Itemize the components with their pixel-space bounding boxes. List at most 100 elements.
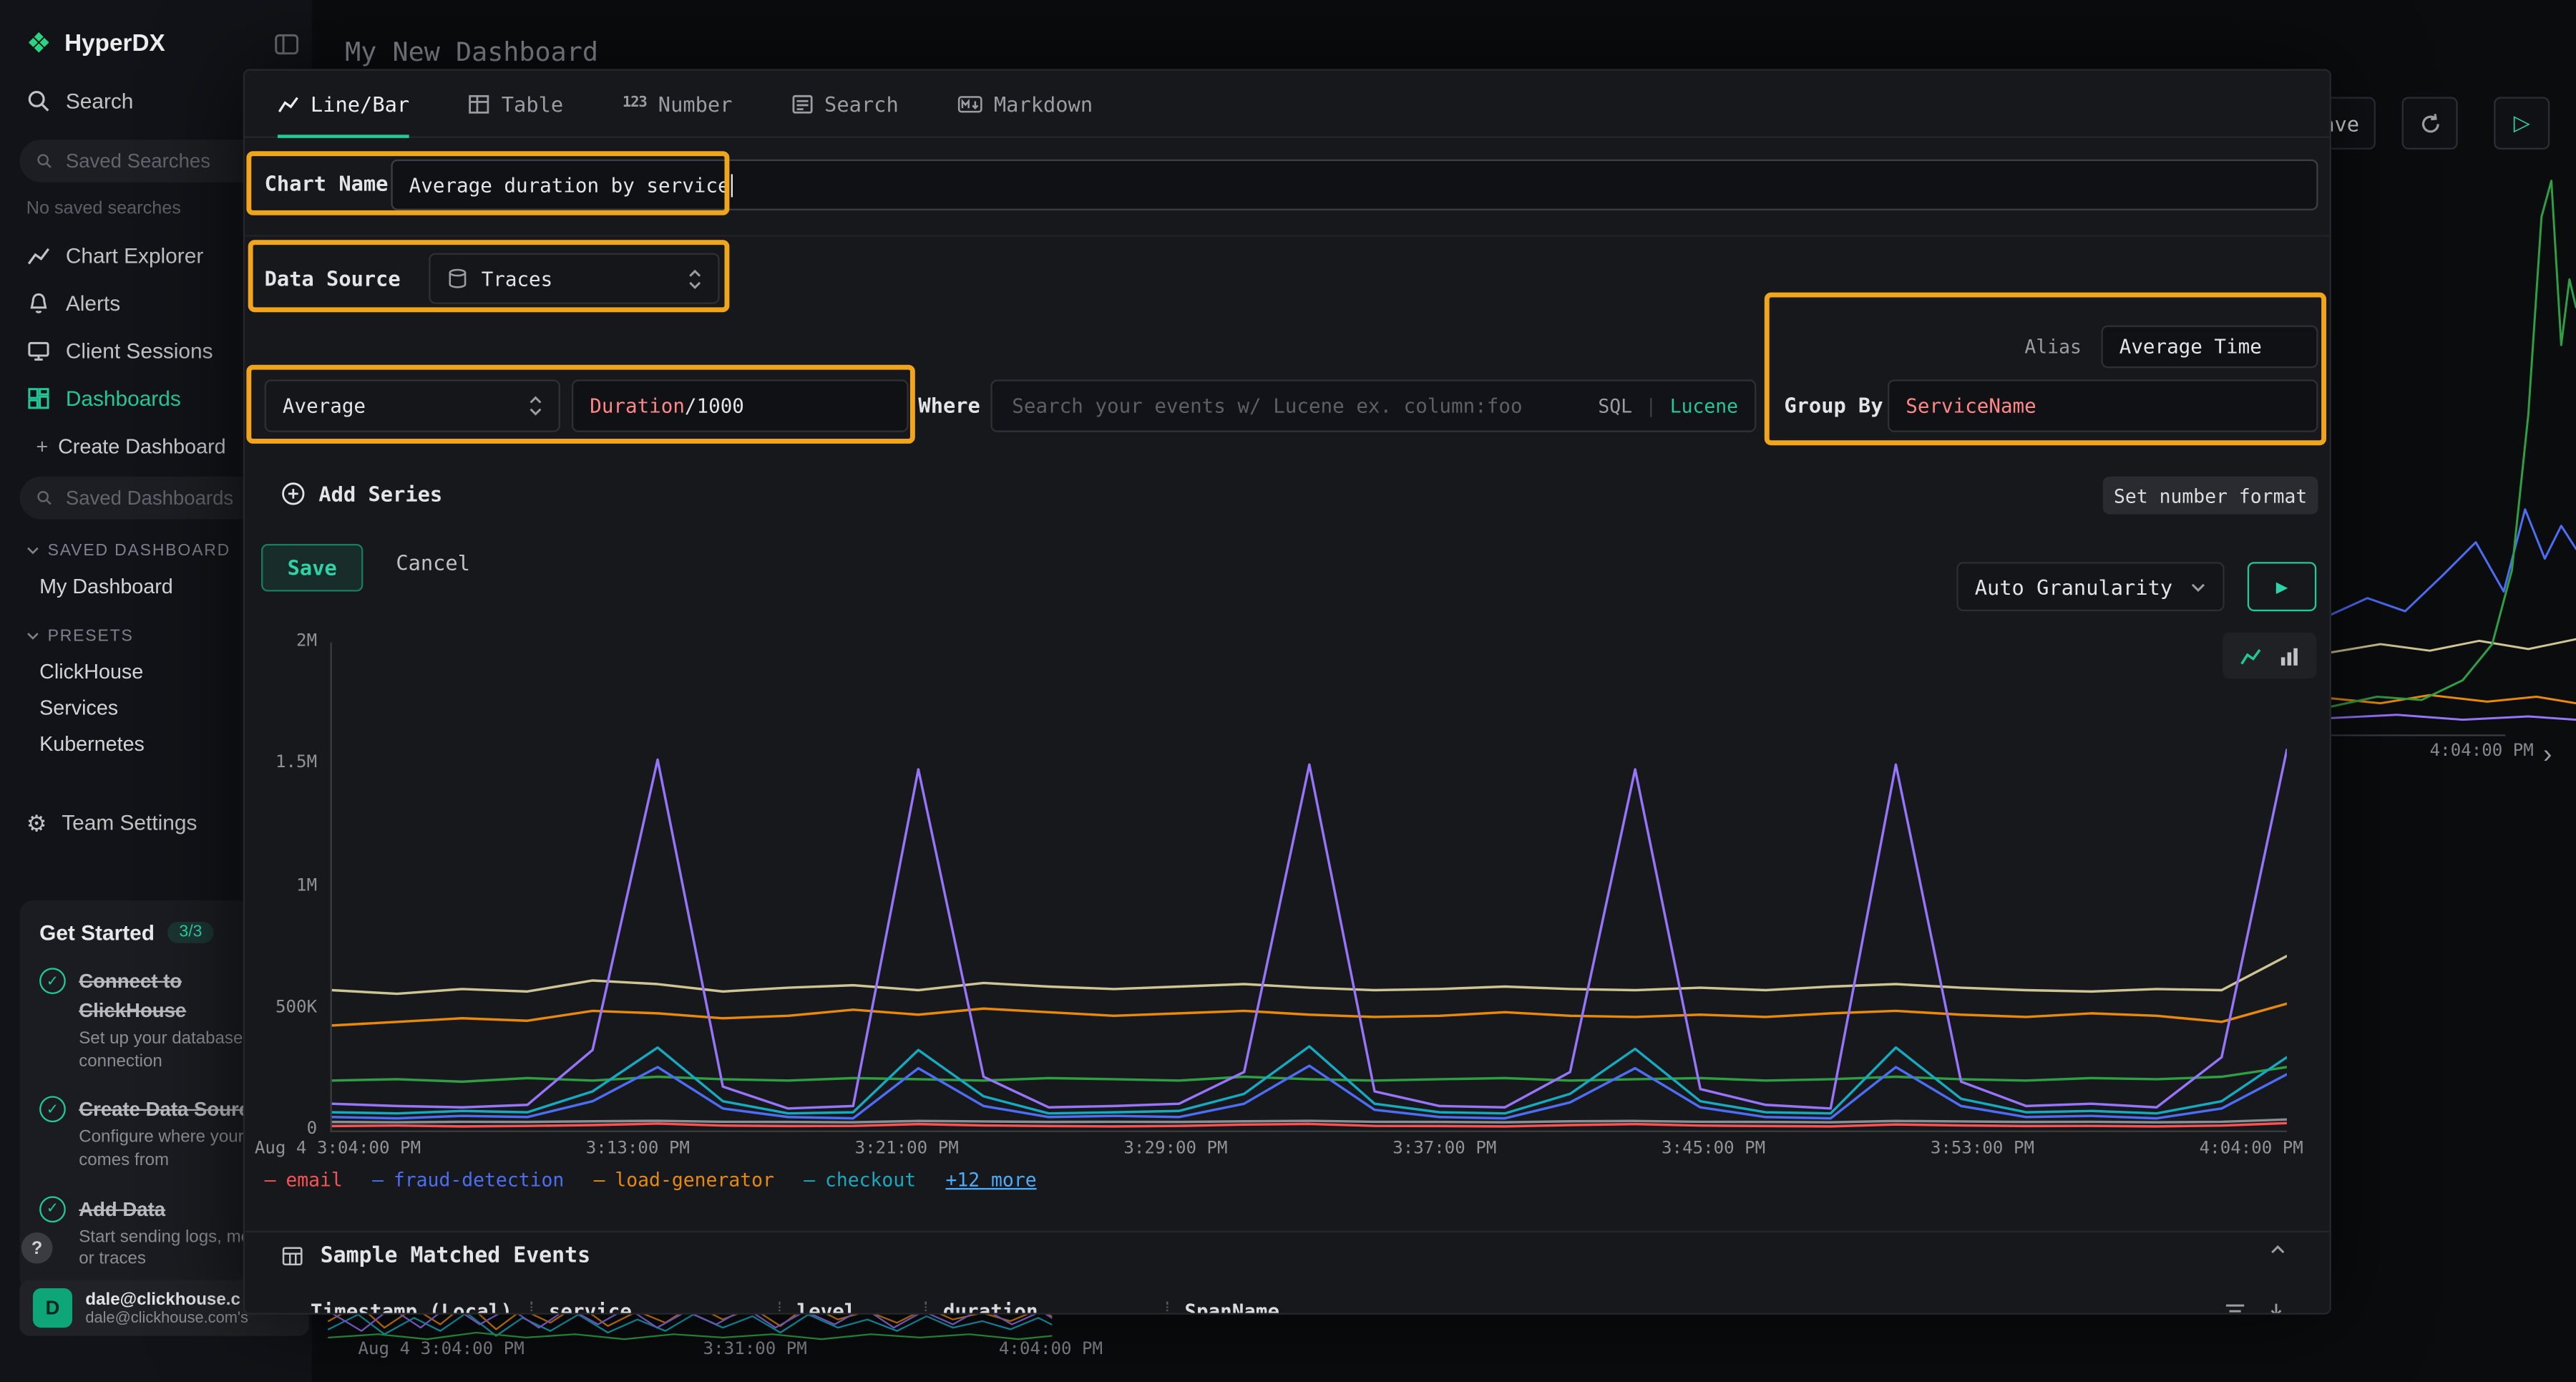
refresh-icon [2417,111,2441,135]
group-by-label: Group By [1784,393,1883,417]
col-service: service [549,1300,762,1315]
panel-collapse-icon [274,33,298,56]
chevron-up-icon [2269,1244,2287,1255]
play-icon: ▶ [2276,575,2288,598]
saved-searches-search[interactable] [20,140,270,183]
where-input[interactable] [1009,393,1585,419]
x-tick: 3:53:00 PM [1931,1139,2034,1159]
help-button[interactable]: ? [21,1232,53,1264]
events-table-header: Timestamp (Local) service level duration… [245,1293,2330,1315]
chevron-down-icon [2190,581,2206,593]
sidebar-collapse-button[interactable] [274,33,298,56]
chart-display-toggle [2223,633,2316,678]
chart-editor-modal: Line/Bar Table 123 Number Search Markdow… [243,69,2331,1314]
run-query-button[interactable]: ▶ [2248,562,2316,611]
user-email: dale@clickhouse.c [85,1289,248,1309]
saved-searches-input[interactable] [62,148,253,175]
markdown-icon [957,93,982,115]
tab-number[interactable]: 123 Number [623,71,733,137]
page-title: My New Dashboard [345,37,598,68]
chart-explorer-icon [26,243,51,268]
legend-dash-icon: — [594,1168,605,1191]
avatar: D [33,1288,72,1328]
chevron-right-icon[interactable]: › [2543,741,2552,770]
y-tick: 500K [245,998,317,1018]
column-divider [531,1301,532,1314]
x-tick: 3:45:00 PM [1662,1139,1765,1159]
column-divider [925,1301,927,1314]
brand-name: HyperDX [64,30,165,57]
sample-matched-events-header[interactable]: Sample Matched Events [245,1231,2330,1279]
tab-search[interactable]: Search [791,71,899,137]
saved-dashboards-search[interactable] [20,477,270,520]
legend-item-checkout[interactable]: —checkout [804,1168,916,1191]
x-tick: 4:04:00 PM [2200,1139,2303,1159]
bottom-tick: 3:31:00 PM [703,1339,807,1359]
legend-item-load-generator[interactable]: —load-generator [594,1168,774,1191]
set-number-format-button[interactable]: Set number format [2103,477,2318,515]
brand-row: ❖ HyperDX [0,0,312,77]
save-chart-button[interactable]: Save [261,544,363,592]
legend-more-link[interactable]: +12 more [945,1168,1036,1191]
saved-dashboards-input[interactable] [62,485,253,511]
alias-input[interactable]: Average Time [2101,326,2318,369]
number-123-icon: 123 [623,95,647,112]
filter-icon[interactable] [2225,1300,2246,1315]
tab-markdown[interactable]: Markdown [957,71,1093,137]
add-series-button[interactable]: Add Series [281,482,443,506]
cancel-button[interactable]: Cancel [396,550,470,575]
get-started-title: Get Started [39,920,155,945]
plus-circle-icon [281,482,306,506]
legend-dash-icon: — [265,1168,276,1191]
search-icon [36,488,53,508]
bell-icon [26,291,51,315]
list-search-icon [791,93,813,115]
legend-dash-icon: — [804,1168,815,1191]
gear-icon: ⚙ [26,811,47,834]
run-dashboard-button[interactable]: ▷ [2494,97,2550,149]
bar-view-icon[interactable] [2278,645,2300,666]
legend-item-fraud-detection[interactable]: —fraud-detection [372,1168,564,1191]
plus-icon: + [36,435,49,458]
granularity-select[interactable]: Auto Granularity [1956,562,2224,611]
lucene-toggle[interactable]: Lucene [1670,394,1738,417]
refresh-button[interactable] [2402,97,2458,149]
table-icon [281,1245,304,1266]
download-icon[interactable] [2265,1300,2287,1315]
x-tick: 3:21:00 PM [855,1139,959,1159]
y-tick: 1.5M [245,753,317,773]
text-caret [731,173,733,196]
where-search-box: SQL | Lucene [990,379,1756,432]
x-tick: 3:29:00 PM [1123,1139,1227,1159]
bottom-tick: Aug 4 3:04:00 PM [358,1339,525,1359]
get-started-badge: 3/3 [167,922,213,943]
background-chart-right [2331,151,2576,729]
bottom-tick: 4:04:00 PM [999,1339,1103,1359]
background-chart-axis [2331,734,2505,736]
line-chart-icon [278,93,299,115]
check-circle-icon: ✓ [39,1096,66,1123]
tab-table[interactable]: Table [469,71,563,137]
chevron-down-icon [26,545,39,555]
dashboards-icon [26,386,51,411]
x-tick: 3:37:00 PM [1392,1139,1496,1159]
line-chart-plot[interactable] [330,643,2286,1132]
where-label: Where [918,393,980,417]
line-view-icon[interactable] [2239,645,2262,666]
table-icon [469,93,490,115]
col-duration: duration [943,1300,1150,1315]
data-source-select[interactable]: Traces [429,253,719,304]
aggregation-select[interactable]: Average [265,379,560,432]
chart-name-input[interactable]: Average duration by service [391,160,2318,210]
group-by-input[interactable]: ServiceName [1888,379,2318,432]
collapse-section-button[interactable] [2269,1244,2287,1255]
sql-toggle[interactable]: SQL [1598,394,1632,417]
field-input[interactable]: Duration/1000 [572,379,909,432]
col-level: level [797,1300,909,1315]
legend-item-email[interactable]: —email [265,1168,343,1191]
play-icon: ▷ [2514,110,2530,137]
search-icon [26,89,51,113]
tab-line-bar[interactable]: Line/Bar [278,71,409,137]
line-chart-svg [332,643,2287,1131]
x-tick: 3:13:00 PM [586,1139,690,1159]
